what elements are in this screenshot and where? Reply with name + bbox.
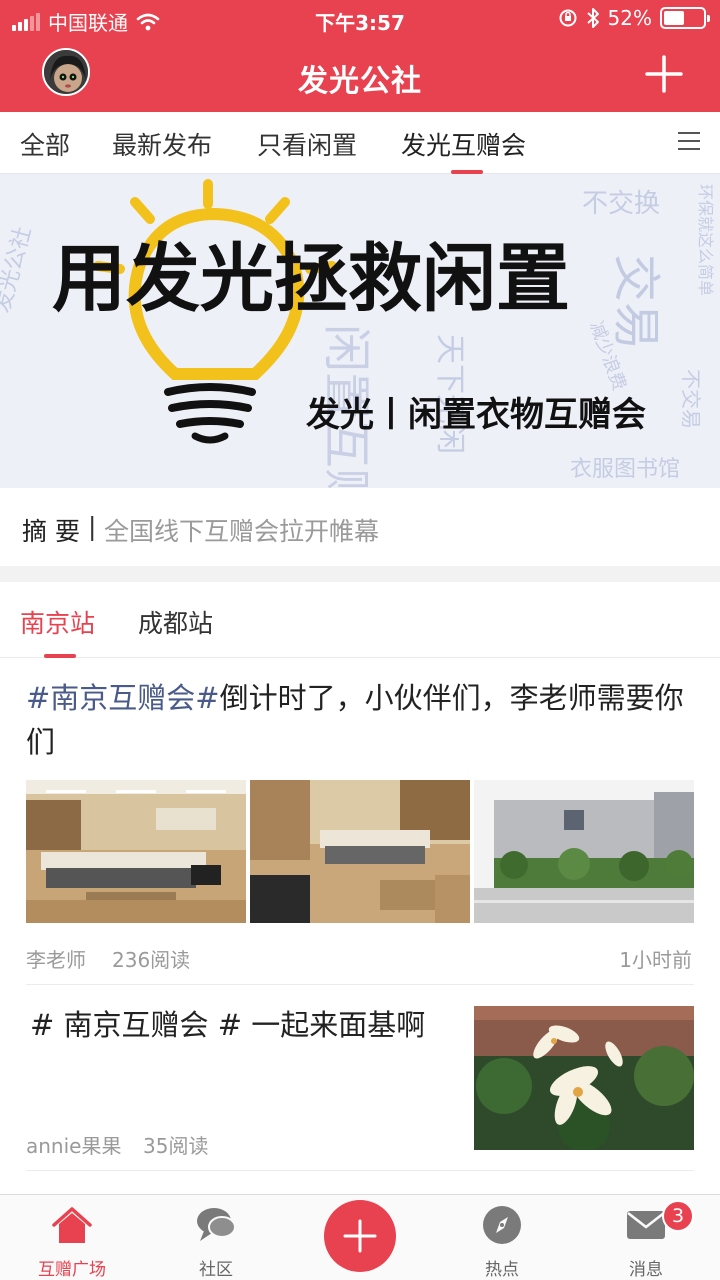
tab-chengdu-station[interactable]: 成都站 xyxy=(138,604,213,640)
banner-bg-word: 环保就这么简单 xyxy=(696,184,715,296)
promo-banner[interactable]: 发光公社 不交换 环保就这么简单 闲置互赠 衣服图书馆 天下无闲 减少浪费 不交… xyxy=(0,174,720,488)
mail-icon xyxy=(627,1211,665,1239)
tabbar-item-community[interactable]: 社区 xyxy=(166,1203,266,1280)
summary-label: 摘 要 xyxy=(22,517,80,546)
nav-bar: 发光公社 xyxy=(0,38,720,112)
tab-latest[interactable]: 最新发布 xyxy=(112,126,212,162)
tab-glow-exchange[interactable]: 发光互赠会 xyxy=(401,126,526,162)
article-author[interactable]: 李老师 xyxy=(26,944,86,973)
tab-all[interactable]: 全部 xyxy=(20,126,70,162)
tabbar-label: 消息 xyxy=(629,1260,663,1280)
tabbar-item-exchange-square[interactable]: 互赠广场 xyxy=(22,1203,122,1280)
article-image[interactable] xyxy=(250,780,470,923)
category-tabs: 全部 最新发布 只看闲置 发光互赠会 xyxy=(0,112,720,174)
battery-percent: 52% xyxy=(607,6,652,30)
banner-bg-word: 不交易 xyxy=(679,369,703,429)
active-station-indicator xyxy=(44,654,76,658)
tabbar-label: 互赠广场 xyxy=(38,1260,106,1280)
tab-nanjing-station[interactable]: 南京站 xyxy=(20,604,95,640)
divider xyxy=(26,984,694,985)
compass-icon xyxy=(483,1206,521,1244)
article-title[interactable]: #南京互赠会#倒计时了，小伙伴们，李老师需要你们 xyxy=(26,676,696,764)
article-image[interactable] xyxy=(26,780,246,923)
banner-subline: 发光丨闲置衣物互赠会 xyxy=(306,395,646,435)
menu-icon[interactable] xyxy=(678,132,700,152)
summary-separator: | xyxy=(88,512,97,541)
banner-headline: 用发光拯救闲置 xyxy=(52,236,570,322)
tabbar-item-hot[interactable]: 热点 xyxy=(452,1203,552,1280)
banner-bg-word: 不交换 xyxy=(582,189,660,219)
article-image[interactable] xyxy=(474,780,694,923)
summary-bar: 摘 要 | 全国线下互赠会拉开帷幕 xyxy=(0,488,720,566)
plus-icon[interactable] xyxy=(644,54,684,94)
divider xyxy=(26,1170,694,1171)
article-reads: 236阅读 xyxy=(112,948,191,972)
message-badge: 3 xyxy=(662,1200,694,1232)
page-title: 发光公社 xyxy=(298,64,422,99)
publish-button[interactable] xyxy=(324,1200,396,1272)
bluetooth-icon xyxy=(586,8,599,28)
chat-bubbles-icon xyxy=(197,1208,236,1241)
banner-bg-word: 交易 xyxy=(608,254,664,350)
plus-icon xyxy=(343,1219,377,1253)
tabbar-label: 社区 xyxy=(199,1260,233,1280)
battery-icon xyxy=(660,7,710,29)
status-bar: 中国联通 下午3:57 52% xyxy=(0,0,720,38)
article-title[interactable]: # 南京互赠会 # 一起来面基啊 xyxy=(30,1002,425,1044)
article-hashtag[interactable]: #南京互赠会# xyxy=(26,681,220,715)
article-image[interactable] xyxy=(474,1006,694,1150)
home-icon xyxy=(52,1207,92,1243)
summary-text: 全国线下互赠会拉开帷幕 xyxy=(104,517,380,546)
section-gap xyxy=(0,566,720,582)
orientation-lock-icon xyxy=(559,9,577,27)
article-author[interactable]: annie果果 xyxy=(26,1130,121,1159)
banner-bg-word: 天下无闲 xyxy=(432,334,467,454)
article-time: 1小时前 xyxy=(619,948,692,972)
article-reads: 35阅读 xyxy=(143,1134,209,1158)
tab-idle-only[interactable]: 只看闲置 xyxy=(257,126,357,162)
tabbar-label: 热点 xyxy=(485,1260,519,1280)
station-tabs: 南京站 成都站 xyxy=(0,582,720,658)
banner-bg-word: 衣服图书馆 xyxy=(570,457,680,482)
